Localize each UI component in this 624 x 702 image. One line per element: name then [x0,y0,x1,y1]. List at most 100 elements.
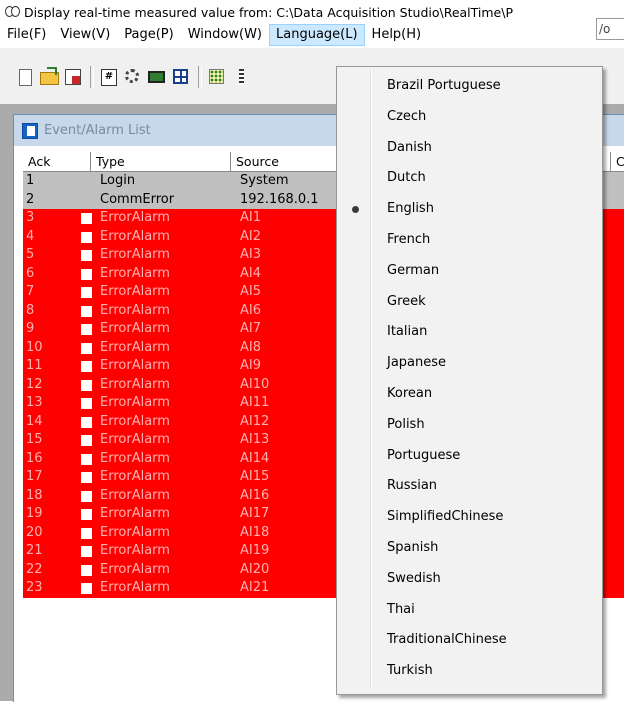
language-option-dutch[interactable]: Dutch [337,163,602,194]
cell-source: AI13 [240,432,270,447]
language-option-thai[interactable]: Thai [337,595,602,626]
cell-ack: 21 [26,543,43,558]
language-option-label: Thai [387,601,415,617]
menu-help[interactable]: Help(H) [365,24,429,46]
cell-type: ErrorAlarm [100,506,170,521]
row-checkbox[interactable] [81,231,92,243]
language-option-german[interactable]: German [337,256,602,287]
row-checkbox[interactable] [81,287,92,298]
cell-type: ErrorAlarm [100,432,170,447]
cell-ack: 3 [26,210,35,225]
cell-ack: 16 [26,450,43,466]
toolbar-separator [198,66,202,88]
language-option-traditionalchinese[interactable]: TraditionalChinese [337,625,602,656]
window-titlebar: Display real-time measured value from: C… [0,0,624,24]
menu-file[interactable]: File(F) [0,24,53,46]
row-checkbox[interactable] [81,250,92,261]
cell-type: ErrorAlarm [100,450,170,466]
cell-type: ErrorAlarm [100,339,170,355]
row-checkbox[interactable] [81,398,92,409]
cell-type: ErrorAlarm [100,210,170,225]
dot-matrix-icon[interactable] [206,66,228,88]
cell-source: AI9 [240,358,261,373]
row-checkbox[interactable] [81,435,92,446]
cell-ack: 14 [26,413,43,429]
language-option-label: TraditionalChinese [387,632,507,648]
row-checkbox[interactable] [81,527,92,539]
language-option-label: English [387,201,434,217]
cell-type: ErrorAlarm [100,395,170,410]
calculator-icon[interactable]: # [98,66,120,88]
cell-ack: 13 [26,395,43,410]
cell-type: ErrorAlarm [100,302,170,318]
language-option-czech[interactable]: Czech [337,102,602,133]
language-option-swedish[interactable]: Swedish [337,564,602,595]
cell-ack: 8 [26,302,35,318]
language-option-label: Portuguese [387,447,461,463]
cell-type: ErrorAlarm [100,321,170,336]
column-header-ack[interactable]: Ack [23,152,91,171]
row-checkbox[interactable] [81,342,92,354]
language-option-french[interactable]: French [337,225,602,256]
cell-type: ErrorAlarm [100,469,170,484]
row-checkbox[interactable] [81,453,92,465]
row-checkbox[interactable] [81,546,92,557]
cell-ack: 20 [26,524,43,540]
open-folder-icon[interactable] [38,66,60,88]
menu-window[interactable]: Window(W) [181,24,269,46]
row-checkbox[interactable] [81,564,92,576]
cell-source: AI19 [240,543,270,558]
language-option-danish[interactable]: Danish [337,133,602,164]
row-checkbox[interactable] [81,416,92,428]
menu-language[interactable]: Language(L) [269,24,365,46]
row-checkbox[interactable] [81,509,92,520]
column-header-extra[interactable]: C [611,152,624,171]
monitor-icon[interactable] [146,66,168,88]
cell-type: Login [100,173,136,188]
cell-ack: 11 [26,358,43,373]
child-window-title: Event/Alarm List [44,123,151,138]
language-option-label: Greek [387,293,426,309]
row-checkbox[interactable] [81,361,92,372]
row-checkbox[interactable] [81,583,92,594]
row-checkbox[interactable] [81,305,92,317]
cell-source: AI12 [240,413,270,429]
cell-source: AI18 [240,524,270,540]
language-option-turkish[interactable]: Turkish [337,656,602,687]
row-checkbox[interactable] [81,490,92,502]
row-checkbox[interactable] [81,268,92,280]
cell-source: AI16 [240,487,270,503]
language-option-spanish[interactable]: Spanish [337,533,602,564]
language-option-simplifiedchinese[interactable]: SimplifiedChinese [337,502,602,533]
cell-type: CommError [100,191,175,207]
language-option-japanese[interactable]: Japanese [337,348,602,379]
menu-view[interactable]: View(V) [53,24,117,46]
layout-grid-icon[interactable] [170,66,192,88]
language-option-portuguese[interactable]: Portuguese [337,441,602,472]
settings-gear-icon[interactable] [122,66,144,88]
cell-source: System [240,173,289,188]
cell-ack: 12 [26,376,43,392]
language-option-label: Russian [387,478,438,494]
row-checkbox[interactable] [81,379,92,391]
language-option-polish[interactable]: Polish [337,410,602,441]
language-option-greek[interactable]: Greek [337,287,602,318]
bar-icon[interactable] [230,66,252,88]
row-checkbox[interactable] [81,472,92,483]
toolbar-field[interactable]: /o [596,18,624,40]
language-option-brazil-portuguese[interactable]: Brazil Portuguese [337,71,602,102]
language-option-english[interactable]: English [337,194,602,225]
save-as-icon[interactable] [62,66,84,88]
new-file-icon[interactable] [14,66,36,88]
cell-source: AI5 [240,284,261,299]
column-header-type[interactable]: Type [91,152,231,171]
language-option-russian[interactable]: Russian [337,471,602,502]
cell-ack: 1 [26,173,35,188]
menu-page[interactable]: Page(P) [117,24,180,46]
row-checkbox[interactable] [81,324,92,335]
row-checkbox[interactable] [81,213,92,224]
language-option-korean[interactable]: Korean [337,379,602,410]
language-option-label: Czech [387,108,427,124]
language-option-italian[interactable]: Italian [337,317,602,348]
cell-type: ErrorAlarm [100,561,170,577]
